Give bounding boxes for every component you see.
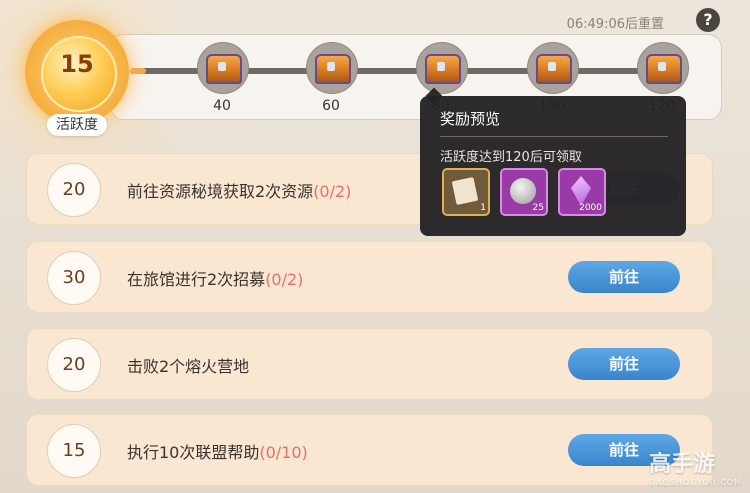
- watermark-logo: 高手游 GAOSHOUYOU.COM: [648, 452, 742, 487]
- task-points: 20: [47, 163, 101, 217]
- help-icon[interactable]: ?: [696, 8, 720, 32]
- activity-label: 活跃度: [47, 114, 107, 136]
- task-description: 前往资源秘境获取2次资源(0/2): [127, 182, 352, 201]
- tooltip-divider: [440, 136, 668, 137]
- task-description: 在旅馆进行2次招募(0/2): [127, 270, 304, 289]
- chest-120[interactable]: [637, 42, 689, 94]
- chest-label-40: 40: [213, 98, 231, 114]
- task-progress: (0/10): [259, 443, 308, 462]
- reward-item[interactable]: 25: [500, 168, 548, 216]
- task-description: 击败2个熔火营地: [127, 357, 250, 376]
- task-progress: (0/2): [313, 182, 352, 201]
- task-progress: (0/2): [265, 270, 304, 289]
- reward-qty: 1: [480, 203, 486, 213]
- task-row: 15 执行10次联盟帮助(0/10) 前往: [26, 414, 713, 486]
- reward-preview-tooltip: 奖励预览 活跃度达到120后可领取 1 25 2000: [420, 87, 686, 236]
- activity-value: 15: [60, 50, 94, 78]
- chest-label-60: 60: [322, 98, 340, 114]
- task-row: 20 击败2个熔火营地 前往: [26, 328, 713, 400]
- task-points: 15: [47, 424, 101, 478]
- chest-100[interactable]: [527, 42, 579, 94]
- reset-timer: 06:49:06后重置: [566, 17, 664, 32]
- task-row: 30 在旅馆进行2次招募(0/2) 前往: [26, 241, 713, 313]
- task-points: 20: [47, 338, 101, 392]
- reward-qty: 25: [532, 203, 544, 213]
- reward-item[interactable]: 2000: [558, 168, 606, 216]
- activity-badge: 15 活跃度: [25, 20, 133, 140]
- chest-40[interactable]: [197, 42, 249, 94]
- tooltip-title: 奖励预览: [440, 110, 501, 128]
- purple-crystal-icon: [571, 176, 591, 206]
- reward-qty: 2000: [579, 203, 602, 213]
- chest-80[interactable]: [416, 42, 468, 94]
- letter-scroll-icon: [451, 176, 479, 206]
- tooltip-description: 活跃度达到120后可领取: [440, 150, 582, 165]
- task-description: 执行10次联盟帮助(0/10): [127, 443, 308, 462]
- silver-coin-icon: [510, 178, 536, 204]
- task-points: 30: [47, 251, 101, 305]
- chest-60[interactable]: [306, 42, 358, 94]
- reward-item[interactable]: 1: [442, 168, 490, 216]
- go-button[interactable]: 前往: [568, 261, 680, 293]
- go-button[interactable]: 前往: [568, 348, 680, 380]
